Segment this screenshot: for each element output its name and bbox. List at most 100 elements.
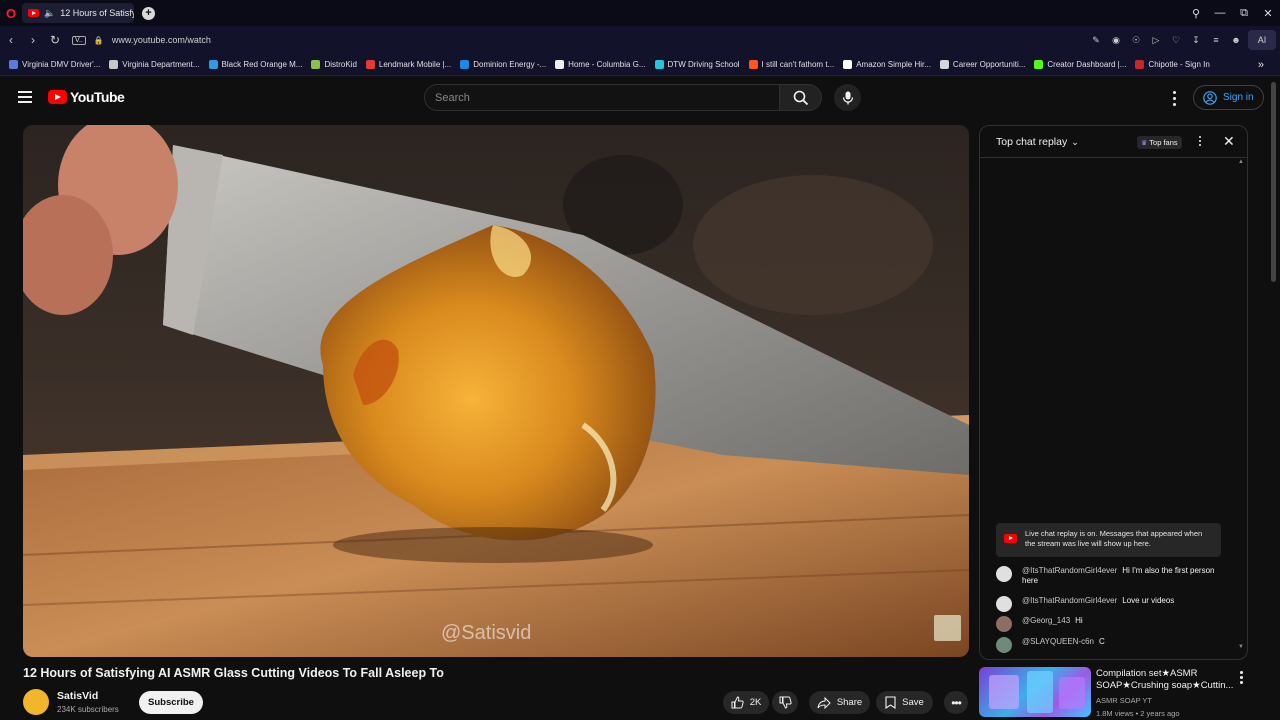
- restore-button[interactable]: ⧉: [1232, 7, 1256, 20]
- bookmark-item[interactable]: Career Opportuniti...: [939, 60, 1026, 69]
- voice-search-button[interactable]: [834, 84, 861, 111]
- close-window-button[interactable]: ✕: [1256, 7, 1280, 20]
- play-icon[interactable]: ▷: [1148, 35, 1164, 46]
- share-icon: [817, 696, 831, 709]
- search-icon: [793, 90, 808, 105]
- close-chat-icon[interactable]: ✕: [1223, 133, 1235, 150]
- subscribe-button[interactable]: Subscribe: [139, 691, 203, 714]
- chat-avatar[interactable]: [996, 616, 1012, 632]
- opera-logo-icon[interactable]: O: [0, 0, 22, 26]
- menu-icon[interactable]: [18, 91, 32, 103]
- bookmark-favicon-icon: [9, 60, 18, 69]
- bookmark-item[interactable]: Black Red Orange M...: [208, 60, 302, 69]
- forward-button[interactable]: ›: [22, 33, 44, 47]
- bookmark-item[interactable]: Virginia Department...: [109, 60, 200, 69]
- bookmark-label: Virginia DMV Driver'...: [22, 60, 101, 69]
- url-field[interactable]: www.youtube.com/watch: [112, 35, 211, 45]
- sign-in-button[interactable]: Sign in: [1193, 85, 1264, 110]
- settings-menu-icon[interactable]: [1166, 88, 1182, 108]
- lock-icon[interactable]: 🔒: [94, 36, 104, 45]
- chat-scroll-up-icon[interactable]: ▲: [1238, 159, 1244, 165]
- browser-tab-active[interactable]: 🔈 12 Hours of Satisfying: [22, 3, 134, 23]
- edit-icon[interactable]: ✎: [1088, 35, 1104, 46]
- save-button[interactable]: Save: [876, 691, 933, 714]
- share-button[interactable]: Share: [809, 691, 870, 714]
- address-bar: ‹ › ↻ V.. 🔒 www.youtube.com/watch ✎ ◉ ☉ …: [0, 26, 1280, 54]
- address-bar-actions: ✎ ◉ ☉ ▷ ♡ ↧ ≡ ☻ AI: [1088, 30, 1276, 50]
- new-tab-button[interactable]: +: [142, 6, 155, 20]
- download-icon[interactable]: ↧: [1188, 35, 1204, 46]
- replay-notice-text: Live chat replay is on. Messages that ap…: [1025, 529, 1203, 548]
- recommended-video-title[interactable]: Compilation set★ASMR SOAP★Crushing soap★…: [1096, 668, 1236, 692]
- save-label: Save: [902, 697, 924, 708]
- ai-button[interactable]: AI: [1248, 30, 1276, 50]
- bookmark-item[interactable]: Amazon Simple Hir...: [843, 60, 931, 69]
- chat-text: Love ur videos: [1122, 596, 1175, 605]
- minimize-button[interactable]: —: [1208, 7, 1232, 19]
- bookmark-label: Lendmark Mobile |...: [378, 60, 452, 69]
- vpn-badge[interactable]: V..: [72, 35, 86, 45]
- chat-avatar[interactable]: [996, 566, 1012, 582]
- back-button[interactable]: ‹: [0, 33, 22, 47]
- top-fans-button[interactable]: ♛ Top fans: [1137, 136, 1182, 149]
- search-input[interactable]: [424, 84, 781, 111]
- subscriber-count: 234K subscribers: [57, 705, 119, 714]
- bookmark-item[interactable]: DistroKid: [311, 60, 357, 69]
- search-button[interactable]: [780, 84, 822, 111]
- bookmark-item[interactable]: Virginia DMV Driver'...: [9, 60, 100, 69]
- reload-button[interactable]: ↻: [44, 33, 66, 47]
- menu-lines-icon[interactable]: ≡: [1208, 35, 1224, 45]
- camera-icon[interactable]: ◉: [1108, 35, 1124, 46]
- youtube-logo[interactable]: YouTube: [48, 89, 125, 105]
- speaker-icon[interactable]: 🔈: [44, 8, 55, 19]
- video-player[interactable]: @Satisvid: [23, 125, 969, 657]
- channel-name[interactable]: SatisVid: [57, 690, 98, 702]
- recommended-video-menu-icon[interactable]: [1240, 671, 1243, 684]
- recommended-video-thumbnail[interactable]: [979, 667, 1091, 717]
- chat-mode-dropdown[interactable]: Top chat replay ⌄: [996, 136, 1079, 148]
- recommended-video[interactable]: Compilation set★ASMR SOAP★Crushing soap★…: [979, 667, 1264, 720]
- bookmark-favicon-icon: [654, 60, 664, 69]
- chat-menu-icon[interactable]: [1199, 136, 1201, 146]
- heart-icon[interactable]: ♡: [1168, 35, 1184, 46]
- microphone-icon: [842, 91, 853, 104]
- sign-in-label: Sign in: [1223, 92, 1254, 103]
- browser-search-icon[interactable]: ⚲: [1184, 7, 1208, 20]
- bookmark-item[interactable]: Dominion Energy -...: [460, 60, 546, 69]
- top-fans-label: Top fans: [1149, 138, 1178, 147]
- chat-author[interactable]: @SLAYQUEEN-c6n: [1022, 637, 1094, 646]
- chat-author[interactable]: @ItsThatRandomGirl4ever: [1022, 566, 1117, 575]
- bookmark-label: Career Opportuniti...: [952, 60, 1026, 69]
- bookmark-favicon-icon: [460, 60, 470, 69]
- bookmark-item[interactable]: Home - Columbia G...: [555, 60, 646, 69]
- bookmark-item[interactable]: Chipotle - Sign In: [1135, 60, 1210, 69]
- bookmark-label: DistroKid: [324, 60, 357, 69]
- bookmark-favicon-icon: [208, 60, 218, 69]
- chat-text: C: [1099, 637, 1105, 646]
- chat-message: @ItsThatRandomGirl4ever Hi I'm also the f…: [996, 566, 1226, 586]
- profile-icon[interactable]: ☻: [1228, 35, 1244, 45]
- shield-icon[interactable]: ☉: [1128, 35, 1144, 46]
- chat-author[interactable]: @ItsThatRandomGirl4ever: [1022, 596, 1117, 605]
- chat-avatar[interactable]: [996, 637, 1012, 653]
- chat-text: Hi: [1075, 616, 1083, 625]
- bookmark-item[interactable]: Creator Dashboard |...: [1034, 60, 1126, 69]
- chat-replay-notice: Live chat replay is on. Messages that ap…: [996, 523, 1221, 557]
- bookmark-label: Amazon Simple Hir...: [856, 60, 931, 69]
- dislike-button[interactable]: [772, 691, 798, 714]
- chat-avatar[interactable]: [996, 596, 1012, 612]
- youtube-header: YouTube Sign in: [0, 76, 1280, 120]
- bookmark-item[interactable]: I still can't fathom t...: [748, 60, 834, 69]
- bookmark-item[interactable]: Lendmark Mobile |...: [365, 60, 452, 69]
- chat-scroll-down-icon[interactable]: ▼: [1238, 644, 1244, 650]
- more-bookmarks-icon[interactable]: »: [1258, 59, 1264, 71]
- bookmark-item[interactable]: DTW Driving School: [654, 60, 740, 69]
- like-button[interactable]: 2K: [723, 691, 769, 714]
- bookmark-favicon-icon: [1034, 60, 1044, 69]
- chat-author[interactable]: @Georg_143: [1022, 616, 1070, 625]
- video-frame-image: [23, 125, 969, 657]
- more-actions-button[interactable]: •••: [944, 691, 968, 714]
- channel-branding-icon[interactable]: [934, 615, 961, 641]
- page-scrollbar[interactable]: [1271, 82, 1276, 282]
- channel-avatar[interactable]: [23, 689, 49, 715]
